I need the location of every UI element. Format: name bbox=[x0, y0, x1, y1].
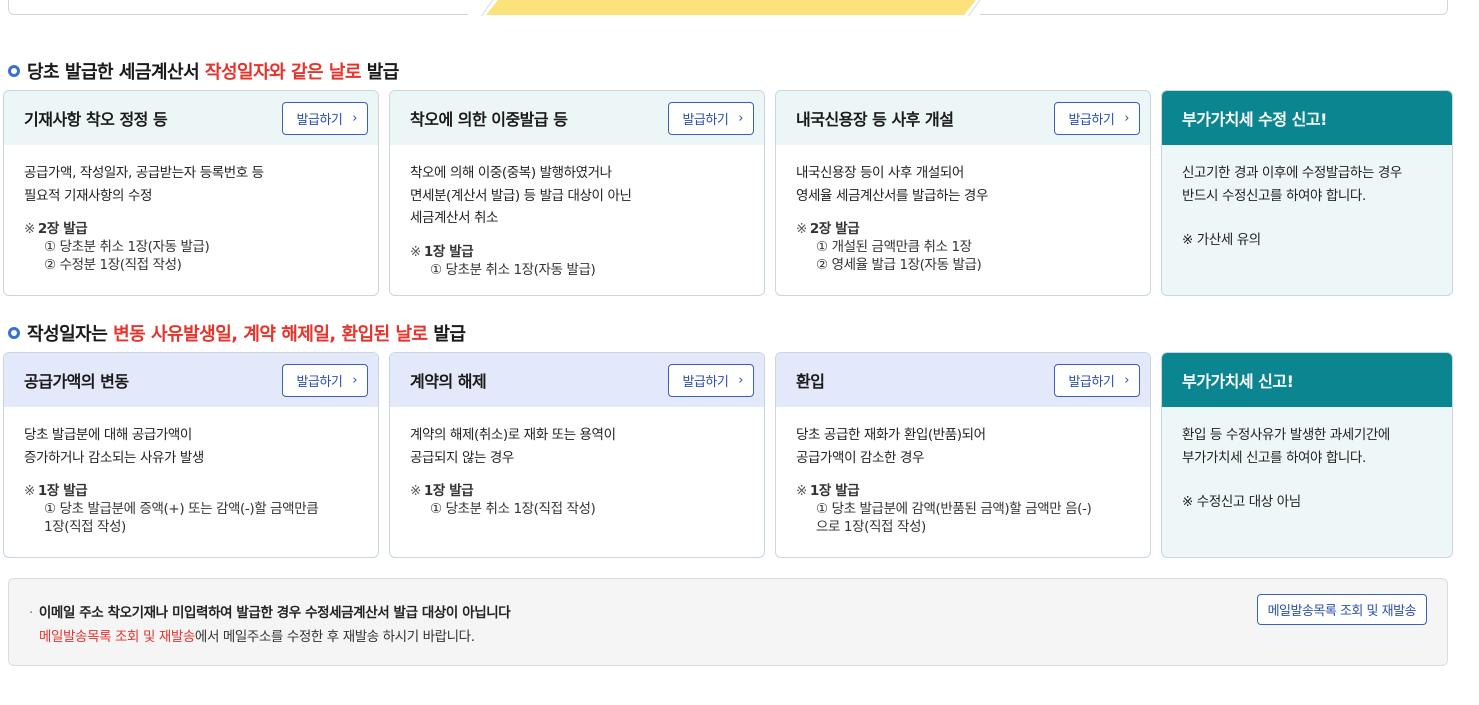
section2-title: 작성일자는 변동 사유발생일, 계약 해제일, 환입된 날로 발급 bbox=[8, 320, 466, 346]
note-item: ② 수정분 1장(직접 작성) bbox=[44, 257, 182, 273]
card-vat-report-notice: 부가가치세 신고! 환입 등 수정사유가 발생한 과세기간에 부가가치세 신고를… bbox=[1161, 352, 1453, 558]
note-heading: 2장 발급 bbox=[37, 221, 88, 237]
card-title: 계약의 해제 bbox=[410, 372, 487, 391]
notice-line2: 메일발송목록 조회 및 재발송에서 메일주소를 수정한 후 재발송 하시기 바랍… bbox=[39, 629, 475, 645]
note-item: ① 당초분 취소 1장(자동 발급) bbox=[44, 239, 210, 255]
step-indicator bbox=[8, 0, 1448, 15]
issue-button[interactable]: 발급하기 › bbox=[282, 101, 368, 135]
card-contract-cancel: 계약의 해제 발급하기 › 계약의 해제(취소)로 재화 또는 용역이 공급되지 … bbox=[389, 352, 765, 558]
card-description: 신고기한 경과 이후에 수정발급하는 경우 반드시 수정신고를 하여야 합니다. bbox=[1182, 165, 1402, 204]
card-local-lc: 내국신용장 등 사후 개설 발급하기 › 내국신용장 등이 사후 개설되어 영세율… bbox=[775, 90, 1151, 296]
step-2-active[interactable] bbox=[486, 0, 976, 15]
card-title: 착오에 의한 이중발급 등 bbox=[410, 110, 568, 129]
card-return: 환입 발급하기 › 당초 공급한 재화가 환입(반품)되어 공급가액이 감소한 경… bbox=[775, 352, 1151, 558]
chevron-right-icon: › bbox=[738, 372, 743, 388]
card-duplicate-issue: 착오에 의한 이중발급 등 발급하기 › 착오에 의해 이중(중복) 발행하였거나… bbox=[389, 90, 765, 296]
chevron-right-icon: › bbox=[1124, 372, 1129, 388]
note-item: ① 당초 발급분에 증액(+) 또는 감액(-)할 금액만큼 bbox=[44, 501, 319, 517]
note-heading: 2장 발급 bbox=[809, 221, 860, 237]
circle-bullet-icon bbox=[8, 65, 20, 77]
note-heading: 1장 발급 bbox=[809, 483, 860, 499]
note-heading: 1장 발급 bbox=[423, 483, 474, 499]
circle-bullet-icon bbox=[8, 327, 20, 339]
note-item: ① 개설된 금액만큼 취소 1장 bbox=[816, 239, 972, 255]
issue-button[interactable]: 발급하기 › bbox=[668, 101, 754, 135]
note-heading: 1장 발급 bbox=[423, 243, 474, 260]
issue-button[interactable]: 발급하기 › bbox=[1054, 101, 1140, 135]
card-description: 계약의 해제(취소)로 재화 또는 용역이 공급되지 않는 경우 bbox=[410, 427, 616, 466]
card-correction: 기재사항 착오 정정 등 발급하기 › 공급가액, 작성일자, 공급받는자 등록번… bbox=[3, 90, 379, 296]
issue-button[interactable]: 발급하기 › bbox=[282, 363, 368, 397]
card-title: 부가가치세 신고! bbox=[1182, 372, 1294, 391]
bullet-icon: · bbox=[29, 605, 33, 621]
issue-button[interactable]: 발급하기 › bbox=[668, 363, 754, 397]
chevron-right-icon: › bbox=[352, 372, 357, 388]
card-vat-amend-notice: 부가가치세 수정 신고! 신고기한 경과 이후에 수정발급하는 경우 반드시 수… bbox=[1161, 90, 1453, 296]
mail-list-link-text[interactable]: 메일발송목록 조회 및 재발송 bbox=[39, 629, 195, 645]
card-description: 착오에 의해 이중(중복) 발행하였거나 면세분(계산서 발급) 등 발급 대상… bbox=[410, 165, 632, 226]
card-supply-change: 공급가액의 변동 발급하기 › 당초 발급분에 대해 공급가액이 증가하거나 감소… bbox=[3, 352, 379, 558]
chevron-right-icon: › bbox=[1124, 110, 1129, 126]
note-item: 1장(직접 작성) bbox=[44, 519, 126, 535]
note-item: 으로 1장(직접 작성) bbox=[816, 519, 926, 535]
note-item: ① 당초분 취소 1장(자동 발급) bbox=[430, 261, 596, 278]
note-item: ① 당초분 취소 1장(직접 작성) bbox=[430, 501, 596, 517]
card-description: 당초 발급분에 대해 공급가액이 증가하거나 감소되는 사유가 발생 bbox=[24, 427, 204, 466]
card-description: 내국신용장 등이 사후 개설되어 영세율 세금계산서를 발급하는 경우 bbox=[796, 165, 988, 204]
card-title: 부가가치세 수정 신고! bbox=[1182, 110, 1327, 129]
card-title: 공급가액의 변동 bbox=[24, 372, 129, 391]
card-title: 환입 bbox=[796, 372, 825, 391]
chevron-right-icon: › bbox=[738, 110, 743, 126]
step-3[interactable] bbox=[980, 0, 1448, 15]
note-item: ② 영세율 발급 1장(자동 발급) bbox=[816, 257, 982, 273]
section1-title: 당초 발급한 세금계산서 작성일자와 같은 날로 발급 bbox=[8, 58, 399, 84]
mail-list-resend-button[interactable]: 메일발송목록 조회 및 재발송 bbox=[1256, 594, 1427, 625]
card-description: 당초 공급한 재화가 환입(반품)되어 공급가액이 감소한 경우 bbox=[796, 427, 986, 466]
notice-line1: · 이메일 주소 착오기재나 미입력하여 발급한 경우 수정세금계산서 발급 대상… bbox=[29, 605, 511, 621]
note-text: ※ 가산세 유의 bbox=[1182, 232, 1261, 248]
card-title: 내국신용장 등 사후 개설 bbox=[796, 110, 954, 129]
issue-button[interactable]: 발급하기 › bbox=[1054, 363, 1140, 397]
note-item: ① 당초 발급분에 감액(반품된 금액)할 금액만 음(-) bbox=[816, 501, 1092, 517]
note-heading: 1장 발급 bbox=[37, 483, 88, 499]
email-notice-box: · 이메일 주소 착오기재나 미입력하여 발급한 경우 수정세금계산서 발급 대상… bbox=[8, 578, 1448, 666]
note-text: ※ 수정신고 대상 아님 bbox=[1182, 494, 1301, 510]
card-description: 공급가액, 작성일자, 공급받는자 등록번호 등 필요적 기재사항의 수정 bbox=[24, 165, 264, 204]
card-title: 기재사항 착오 정정 등 bbox=[24, 110, 168, 129]
step-1[interactable] bbox=[8, 0, 480, 15]
chevron-right-icon: › bbox=[352, 110, 357, 126]
card-description: 환입 등 수정사유가 발생한 과세기간에 부가가치세 신고를 하여야 합니다. bbox=[1182, 427, 1390, 466]
